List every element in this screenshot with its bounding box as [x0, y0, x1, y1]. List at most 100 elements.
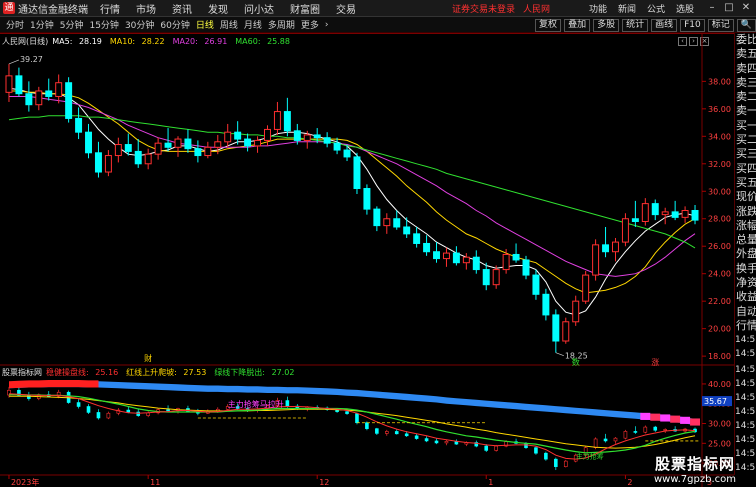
menu-xinwen[interactable]: 新闻 — [618, 2, 636, 15]
candle-body — [413, 233, 421, 244]
marker-shu: 数 — [572, 357, 580, 367]
menu-zixun[interactable]: 资讯 — [172, 1, 192, 16]
side-sell4[interactable]: 卖四 — [735, 62, 756, 76]
title-bar: 通 通达信金融终端 行情 市场 资讯 发现 问小达 财富圈 交易 证券交易未登录… — [0, 0, 756, 17]
menu-gongshi[interactable]: 公式 — [647, 2, 665, 15]
biaoji-button[interactable]: 标记 — [707, 18, 734, 32]
mini-candle-body — [613, 437, 618, 442]
mini-candle-body — [86, 406, 91, 413]
side-earnings[interactable]: 收益 — [735, 290, 756, 304]
high-pointer — [8, 59, 20, 65]
period-daily[interactable]: 日线 — [196, 18, 214, 31]
candle-body — [492, 269, 500, 286]
side-sell3[interactable]: 卖三 — [735, 76, 756, 90]
ind-tick-label: 30.00 — [708, 420, 731, 429]
minimize-icon[interactable]: – — [705, 1, 719, 15]
candle-body — [393, 218, 401, 228]
candle-body — [343, 149, 351, 158]
period-multi[interactable]: 多周期 — [268, 18, 295, 31]
side-change[interactable]: 涨跌 — [735, 205, 756, 219]
more-arrow-icon[interactable]: › — [325, 20, 329, 30]
menu-wenxiaoda[interactable]: 问小达 — [244, 1, 274, 16]
duogu-button[interactable]: 多股 — [593, 18, 620, 32]
login-warning[interactable]: 证券交易未登录 — [452, 2, 515, 15]
side-buy2[interactable]: 买二 — [735, 133, 756, 147]
candle-body — [442, 252, 450, 260]
side-quote[interactable]: 行情 — [735, 319, 756, 333]
watermark-title: 股票指标网 — [654, 455, 735, 473]
candle-body — [114, 144, 122, 157]
candle-body — [562, 321, 570, 342]
candle-body — [661, 211, 669, 216]
period-5min[interactable]: 5分钟 — [60, 18, 84, 31]
side-sell1[interactable]: 卖一 — [735, 104, 756, 118]
period-1min[interactable]: 1分钟 — [30, 18, 54, 31]
ind-tick-label: 25.00 — [708, 439, 731, 448]
low-pointer — [555, 352, 564, 357]
side-sell5[interactable]: 卖五 — [735, 47, 756, 61]
close-icon[interactable]: ✕ — [739, 1, 753, 15]
period-30min[interactable]: 30分钟 — [125, 18, 154, 31]
kline-chart[interactable]: 38.00 36.00 34.00 32.00 30.00 28.00 26.00 24.00… — [0, 33, 734, 487]
f10-button[interactable]: F10 — [680, 18, 705, 32]
candle-body — [154, 142, 162, 155]
indicator-line2-value: 27.53 — [183, 367, 207, 377]
candle-body — [582, 274, 590, 302]
candle-body — [214, 141, 222, 148]
candle-body — [621, 218, 629, 243]
side-price[interactable]: 现价 — [735, 190, 756, 204]
candle-body — [383, 218, 391, 227]
period-weekly[interactable]: 周线 — [220, 18, 238, 31]
side-net-assets[interactable]: 净资 — [735, 276, 756, 290]
period-15min[interactable]: 15分钟 — [89, 18, 118, 31]
mini-candle-body — [424, 438, 429, 442]
period-60min[interactable]: 60分钟 — [160, 18, 189, 31]
price-labels: 39.2718.25财数涨 — [8, 55, 659, 367]
ma-line-ma10 — [9, 90, 696, 294]
diejia-button[interactable]: 叠加 — [564, 18, 591, 32]
indicator-name[interactable]: 股票指标网 — [2, 367, 42, 378]
candle-body — [542, 293, 550, 316]
candle-body — [631, 218, 639, 222]
mini-candle-body — [434, 440, 439, 444]
fuquan-button[interactable]: 复权 — [535, 18, 562, 32]
period-fenshi[interactable]: 分时 — [6, 18, 24, 31]
side-buy4[interactable]: 买四 — [735, 162, 756, 176]
side-weibi[interactable]: 委比 — [735, 33, 756, 47]
menu-shichang[interactable]: 市场 — [136, 1, 156, 16]
menu-jiaoyi[interactable]: 交易 — [336, 1, 356, 16]
menu-faxian[interactable]: 发现 — [208, 1, 228, 16]
mini-candle-body — [603, 438, 608, 442]
candle-body — [532, 274, 540, 295]
side-auto[interactable]: 自动 — [735, 305, 756, 319]
tongji-button[interactable]: 统计 — [622, 18, 649, 32]
mini-candle-body — [365, 422, 369, 429]
candle-body — [482, 269, 490, 286]
period-toolbar: 分时 1分钟 5分钟 15分钟 30分钟 60分钟 日线 周线 月线 多周期 更… — [0, 17, 756, 33]
menu-xuangu[interactable]: 选股 — [676, 2, 694, 15]
side-buy3[interactable]: 买三 — [735, 147, 756, 161]
search-icon[interactable]: 🔍 — [736, 18, 756, 32]
side-buy5[interactable]: 买五 — [735, 176, 756, 190]
side-outer[interactable]: 外盘 — [735, 247, 756, 261]
side-turnover[interactable]: 换手 — [735, 262, 756, 276]
marker-zhang: 涨 — [651, 357, 659, 367]
mini-candle-body — [375, 428, 379, 434]
huaxian-button[interactable]: 画线 — [651, 18, 678, 32]
time-tick-label: 11 — [150, 478, 160, 487]
ribbon-block — [640, 412, 651, 420]
side-change-pct[interactable]: 涨幅 — [735, 219, 756, 233]
menu-gongneng[interactable]: 功能 — [589, 2, 607, 15]
period-more[interactable]: 更多 — [301, 18, 319, 31]
period-monthly[interactable]: 月线 — [244, 18, 262, 31]
indicator-line3-value: 27.02 — [271, 367, 295, 377]
side-time: 14:5 — [735, 393, 756, 403]
maximize-icon[interactable]: □ — [722, 1, 736, 15]
mini-candle-body — [404, 433, 409, 437]
side-buy1[interactable]: 买一 — [735, 119, 756, 133]
side-volume[interactable]: 总量 — [735, 233, 756, 247]
menu-hangqing[interactable]: 行情 — [100, 1, 120, 16]
side-sell2[interactable]: 卖二 — [735, 90, 756, 104]
menu-caifuquan[interactable]: 财富圈 — [290, 1, 320, 16]
indicator-line1-label: 稳健操盘线: — [46, 367, 89, 377]
